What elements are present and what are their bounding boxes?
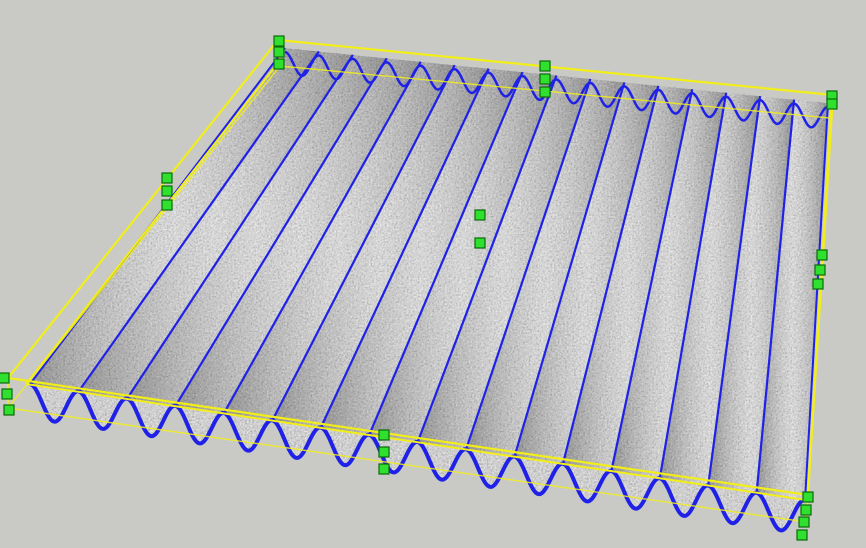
grip-handle[interactable]	[378, 429, 390, 441]
corrugated-sheet[interactable]	[0, 0, 866, 548]
grip-handle[interactable]	[378, 446, 390, 458]
grip-handle[interactable]	[161, 199, 173, 211]
grip-handle[interactable]	[539, 86, 551, 98]
3d-viewport[interactable]	[0, 0, 866, 548]
grip-handle[interactable]	[826, 98, 838, 110]
grip-handle[interactable]	[812, 278, 824, 290]
grip-handle[interactable]	[474, 209, 486, 221]
grip-handle[interactable]	[378, 463, 390, 475]
grip-handle[interactable]	[796, 529, 808, 541]
grip-handle[interactable]	[800, 504, 812, 516]
grip-handle[interactable]	[539, 60, 551, 72]
grip-handle[interactable]	[161, 185, 173, 197]
grip-handle[interactable]	[1, 388, 13, 400]
grip-handle[interactable]	[816, 249, 828, 261]
model-scene[interactable]	[0, 0, 866, 548]
grip-handle[interactable]	[273, 46, 285, 58]
grip-handle[interactable]	[3, 404, 15, 416]
grip-handle[interactable]	[814, 264, 826, 276]
grip-handle[interactable]	[273, 35, 285, 47]
grip-handle[interactable]	[273, 58, 285, 70]
grip-handle[interactable]	[474, 237, 486, 249]
grip-handle[interactable]	[798, 516, 810, 528]
grip-handle[interactable]	[161, 172, 173, 184]
grip-handle[interactable]	[802, 491, 814, 503]
grip-handle[interactable]	[0, 372, 10, 384]
grip-handle[interactable]	[539, 73, 551, 85]
